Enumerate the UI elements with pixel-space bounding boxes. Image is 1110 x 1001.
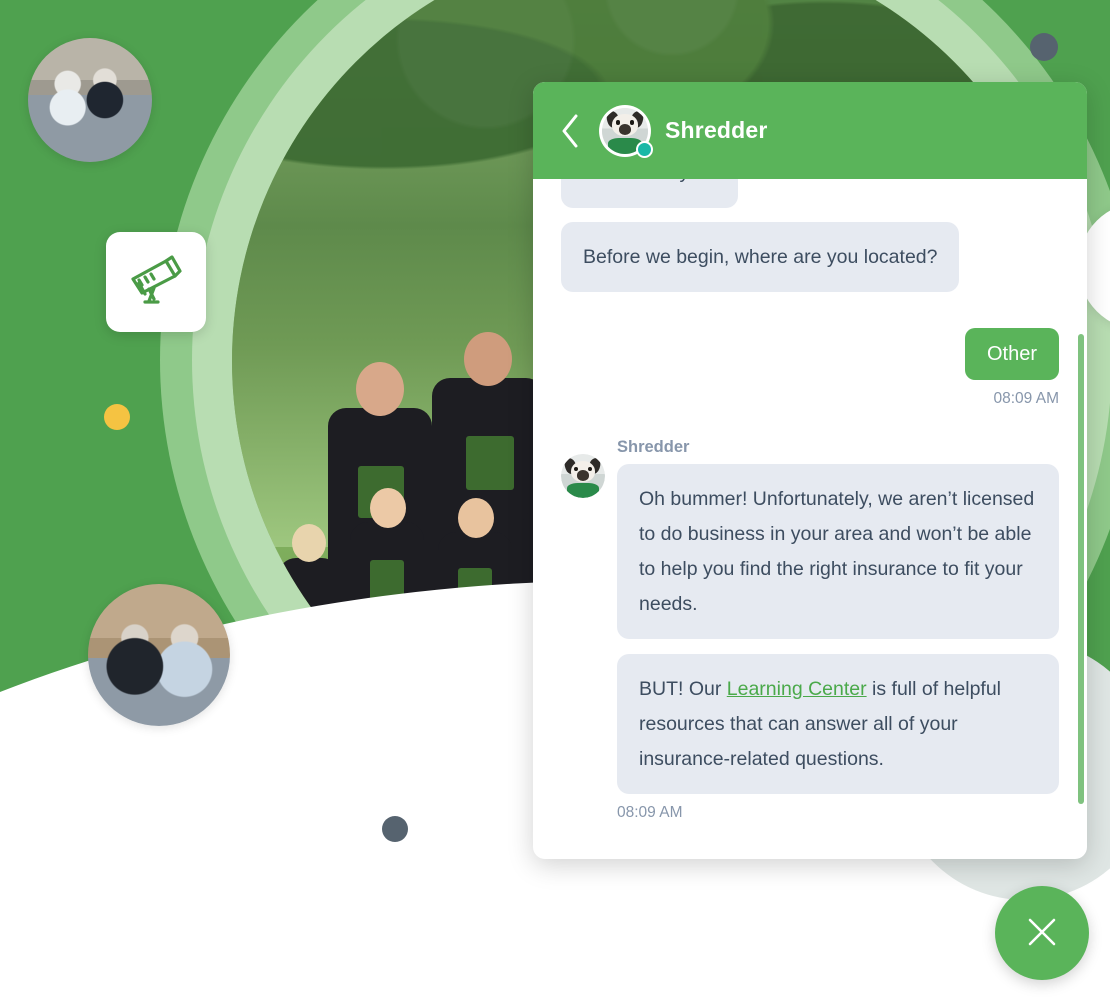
message-bubble: answer fur you. xyxy=(561,179,739,208)
sender-avatar xyxy=(561,454,605,499)
scrollbar-thumb[interactable] xyxy=(1078,334,1084,804)
timestamp: 08:09 AM xyxy=(993,390,1060,408)
chat-header: Shredder xyxy=(533,82,1087,179)
chevron-left-icon xyxy=(560,114,580,148)
user-reply-bubble: Other xyxy=(964,328,1059,381)
app-root: Shredder answer fur you. Before we begin… xyxy=(0,0,1110,1001)
message-bot-group: Shredder Oh bummer! Unfortunately, we ar… xyxy=(561,438,1059,822)
timestamp: 08:09 AM xyxy=(617,804,683,822)
older-couple-photo xyxy=(28,38,152,162)
chat-title: Shredder xyxy=(665,117,768,143)
close-icon xyxy=(1022,912,1062,955)
learning-center-link[interactable]: Learning Center xyxy=(727,678,867,700)
message-bot-location-question: Before we begin, where are you located? xyxy=(561,221,1059,293)
sender-name: Shredder xyxy=(617,438,690,457)
slate-dot-bottom xyxy=(382,816,408,842)
message-bubble: Oh bummer! Unfortunately, we aren’t lice… xyxy=(617,464,1059,640)
dog-avatar xyxy=(561,454,605,499)
telescope-icon-card xyxy=(106,232,206,332)
telescope-icon xyxy=(125,252,187,313)
slate-dot-top-right xyxy=(1030,33,1058,61)
chat-widget: Shredder answer fur you. Before we begin… xyxy=(533,82,1087,859)
message-bubble-with-link: BUT! Our Learning Center is full of help… xyxy=(617,654,1059,795)
text-before-link: BUT! Our xyxy=(639,678,727,701)
couple-outdoors-photo xyxy=(88,584,230,726)
message-bubble: Before we begin, where are you located? xyxy=(561,221,960,293)
message-bot-clipped: answer fur you. xyxy=(561,179,1059,208)
back-button[interactable] xyxy=(555,110,585,152)
avatar xyxy=(599,104,653,158)
message-user-other: Other xyxy=(561,328,1059,381)
yellow-dot xyxy=(104,404,130,430)
message-list[interactable]: answer fur you. Before we begin, where a… xyxy=(533,179,1087,859)
close-chat-button[interactable] xyxy=(995,886,1089,980)
online-status-indicator xyxy=(636,140,653,158)
